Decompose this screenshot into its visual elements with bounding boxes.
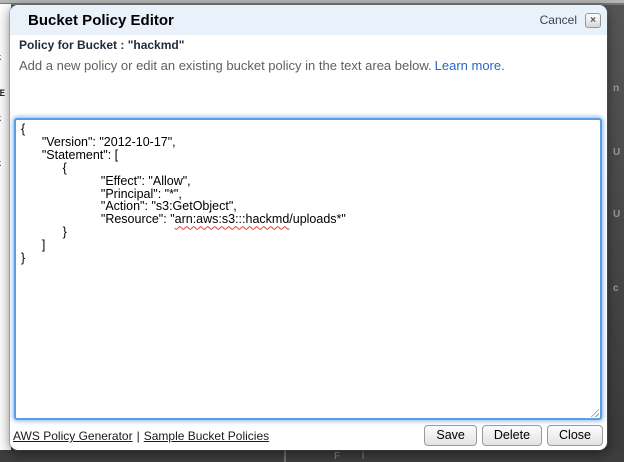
dialog-description: Add a new policy or edit an existing buc… xyxy=(19,58,505,73)
background-text-fragment: U xyxy=(613,147,620,158)
close-button[interactable]: Close xyxy=(547,425,603,446)
policy-for-bucket-label: Policy for Bucket : "hackmd" xyxy=(19,38,184,52)
policy-textarea[interactable]: { "Version": "2012-10-17", "Statement": … xyxy=(14,118,602,420)
link-separator: | xyxy=(137,429,140,443)
description-text: Add a new policy or edit an existing buc… xyxy=(19,58,432,73)
background-divider xyxy=(284,450,286,462)
delete-button[interactable]: Delete xyxy=(482,425,542,446)
save-button[interactable]: Save xyxy=(424,425,477,446)
spellcheck-squiggle-text: arn:aws:s3:::hackmd xyxy=(175,212,290,226)
aws-policy-generator-link[interactable]: AWS Policy Generator xyxy=(13,429,133,443)
policy-text-segment: { "Version": "2012-10-17", "Statement": … xyxy=(21,122,237,213)
resize-grip-icon[interactable] xyxy=(588,406,599,417)
bucket-policy-editor-dialog: Bucket Policy Editor Cancel × Policy for… xyxy=(10,5,607,450)
background-text-fragment: k xyxy=(0,113,1,123)
background-text-fragment: n xyxy=(613,83,619,94)
cancel-link[interactable]: Cancel xyxy=(540,13,577,27)
policy-text-segment: "Resource": " xyxy=(21,212,175,226)
dialog-title: Bucket Policy Editor xyxy=(28,12,540,29)
background-text-fragment: k xyxy=(0,52,1,62)
dialog-header: Bucket Policy Editor Cancel × xyxy=(10,5,607,35)
policy-json-text: { "Version": "2012-10-17", "Statement": … xyxy=(21,123,595,265)
footer-links: AWS Policy Generator | Sample Bucket Polic… xyxy=(13,429,269,443)
background-page-right-strip: n U U c xyxy=(611,5,624,462)
background-text-fragment: F xyxy=(334,451,340,462)
background-page-bottom-strip: F l xyxy=(0,450,624,462)
policy-text-segment: /uploads*" xyxy=(289,212,346,226)
background-text-fragment: U xyxy=(613,209,620,220)
sample-bucket-policies-link[interactable]: Sample Bucket Policies xyxy=(144,429,269,443)
learn-more-link[interactable]: Learn more. xyxy=(435,58,505,73)
background-text-fragment: k xyxy=(0,158,1,168)
footer-buttons: Save Delete Close xyxy=(424,425,603,446)
background-text-fragment: l xyxy=(362,451,364,462)
policy-text-segment: } ] } xyxy=(21,225,67,265)
close-icon[interactable]: × xyxy=(585,13,601,28)
background-text-fragment: Œ xyxy=(0,88,5,98)
background-text-fragment: c xyxy=(613,283,619,294)
